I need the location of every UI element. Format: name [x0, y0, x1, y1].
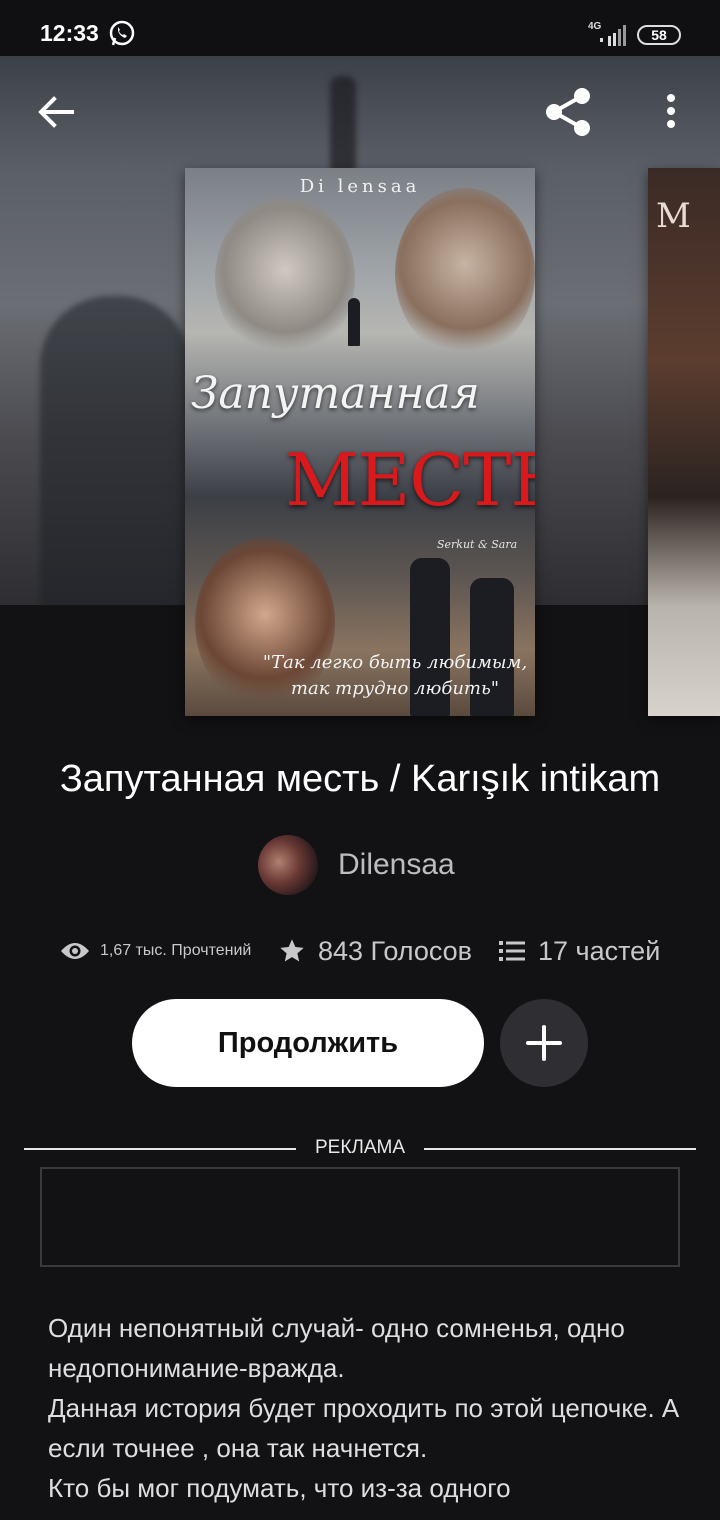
author-avatar[interactable]: [258, 835, 318, 895]
story-title: Запутанная месть / Karışık intikam: [59, 758, 661, 800]
ad-label: РЕКЛАМА: [314, 1137, 406, 1158]
parts-count: 17 частей: [538, 935, 661, 966]
share-icon[interactable]: [540, 84, 596, 140]
more-vertical-icon[interactable]: [656, 88, 686, 136]
cover-title-line1: Запутанная: [191, 368, 480, 419]
reads-stat: 1,67 тыс. Прочтений: [60, 930, 251, 972]
reads-count: 1,67 тыс. Прочтений: [100, 942, 252, 959]
story-cover[interactable]: Di lensaa Запутанная МЕСТЬ Serkut & Sara…: [185, 168, 535, 716]
ad-divider-left: [24, 1148, 296, 1150]
cover-quote: "Так легко быть любимым, так трудно люби…: [262, 652, 528, 699]
signal-icon: [600, 25, 626, 46]
cover-author: Di lensaa: [299, 176, 421, 197]
ad-divider-right: [424, 1148, 696, 1150]
hero-figure: [40, 296, 190, 605]
cover-names: Serkut & Sara: [437, 538, 518, 551]
ad-banner[interactable]: [40, 1167, 680, 1267]
parts-stat: 17 частей: [498, 930, 660, 972]
back-arrow-icon[interactable]: [32, 88, 80, 136]
votes-stat: 843 Голосов: [278, 930, 472, 972]
next-cover-title: M: [656, 196, 691, 236]
story-stats: 1,67 тыс. Прочтений 843 Голосов 17 часте…: [0, 930, 720, 972]
hero-figure-small: [330, 76, 356, 176]
cover-face-woman: [215, 198, 355, 358]
status-bar: 12:33 4G 58: [0, 0, 720, 56]
add-to-library-button[interactable]: [500, 999, 588, 1087]
star-icon: [280, 939, 304, 962]
battery-icon: 58: [637, 25, 681, 45]
author-row[interactable]: Dilensaa: [258, 835, 455, 895]
cover-silhouette: [348, 298, 360, 346]
eye-icon: [61, 943, 89, 959]
story-description: Один непонятный случай- одно сомненья, о…: [48, 1313, 680, 1503]
next-story-cover[interactable]: M: [648, 168, 720, 716]
cover-face-man: [395, 188, 535, 358]
battery-level: 58: [651, 27, 667, 43]
status-time: 12:33: [40, 20, 99, 46]
continue-reading-button[interactable]: Продолжить: [132, 999, 484, 1087]
votes-count: 843 Голосов: [318, 935, 473, 966]
plus-icon: [526, 1025, 562, 1061]
author-name[interactable]: Dilensaa: [338, 848, 455, 882]
whatsapp-icon: [109, 20, 135, 46]
list-icon: [499, 941, 525, 961]
cover-title-line2: МЕСТЬ: [285, 438, 535, 522]
